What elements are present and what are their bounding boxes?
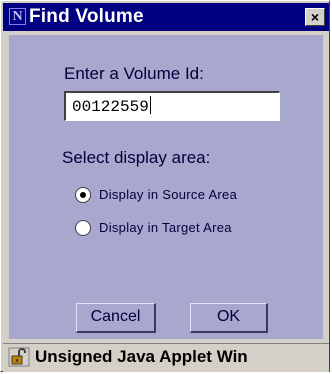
volume-id-label: Enter a Volume Id:: [64, 64, 204, 83]
find-volume-dialog: N Find Volume × Enter a Volume Id: 00122…: [0, 0, 330, 372]
close-button[interactable]: ×: [305, 8, 325, 26]
text-caret: [149, 96, 151, 114]
title-bar[interactable]: N Find Volume ×: [3, 3, 329, 31]
netscape-logo-icon: N: [9, 8, 26, 25]
dialog-panel: Enter a Volume Id: 00122559 Select displ…: [9, 35, 323, 339]
broken-lock-icon[interactable]: [8, 347, 30, 367]
cancel-button[interactable]: Cancel: [76, 303, 156, 333]
radio-button-checked[interactable]: [75, 187, 91, 203]
display-area-label: Select display area:: [62, 148, 211, 167]
ok-button[interactable]: OK: [190, 303, 268, 333]
status-text: Unsigned Java Applet Win: [35, 347, 248, 366]
window-title: Find Volume: [29, 6, 144, 27]
status-bar: Unsigned Java Applet Win: [3, 343, 329, 372]
radio-target-area-label[interactable]: Display in Target Area: [99, 220, 232, 235]
volume-id-input[interactable]: 00122559: [64, 91, 280, 121]
radio-button-unchecked[interactable]: [75, 220, 91, 236]
radio-source-area-label[interactable]: Display in Source Area: [99, 187, 237, 202]
volume-id-value: 00122559: [72, 98, 149, 116]
